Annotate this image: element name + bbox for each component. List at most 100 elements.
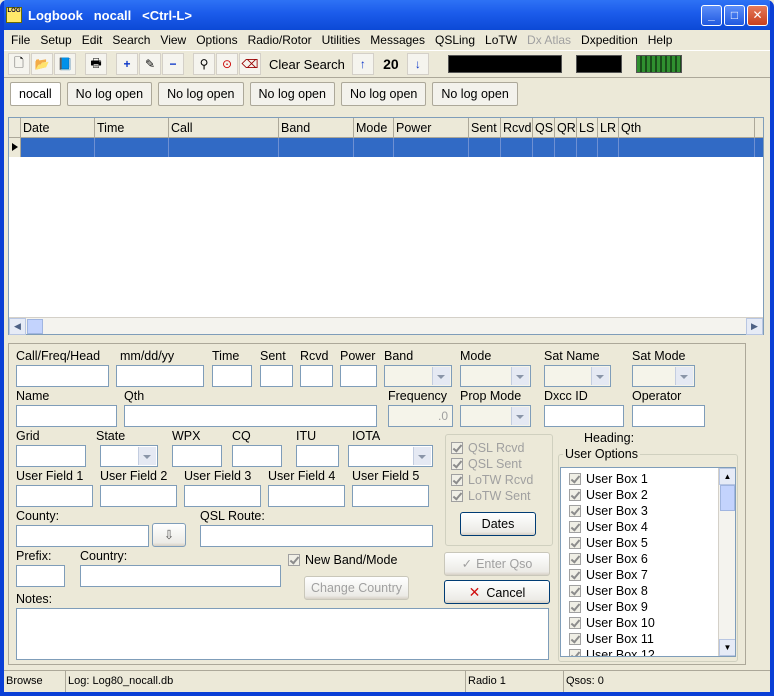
maximize-button[interactable]: □: [724, 5, 745, 26]
qth-input[interactable]: [124, 405, 377, 427]
delete-record-icon[interactable]: −: [162, 53, 184, 75]
notes-textarea[interactable]: [16, 608, 549, 660]
grid-cell-rcvd[interactable]: [501, 138, 533, 157]
grid-cell-date[interactable]: [21, 138, 95, 157]
book-icon[interactable]: 📘: [54, 53, 76, 75]
dates-button[interactable]: Dates: [460, 512, 536, 536]
open-folder-icon[interactable]: 📂: [31, 53, 53, 75]
power-input[interactable]: [340, 365, 377, 387]
grid-cell-band[interactable]: [279, 138, 354, 157]
name-input[interactable]: [16, 405, 117, 427]
vertical-scrollbar[interactable]: ▲ ▼: [718, 468, 735, 656]
title-bar[interactable]: LOG Logbook nocall <Ctrl-L> _ □ ✕: [4, 0, 770, 30]
date-input[interactable]: [116, 365, 204, 387]
column-header-power[interactable]: Power: [394, 118, 469, 137]
grid-input[interactable]: [16, 445, 86, 467]
prefix-input[interactable]: [16, 565, 65, 587]
grid-cell-lr[interactable]: [598, 138, 619, 157]
grid-cell-power[interactable]: [394, 138, 469, 157]
eraser-icon[interactable]: ⌫: [239, 53, 261, 75]
menu-options[interactable]: Options: [191, 33, 242, 47]
user-box-4-checkbox[interactable]: User Box 4: [569, 520, 648, 534]
user-field-2-input[interactable]: [100, 485, 177, 507]
wpx-input[interactable]: [172, 445, 222, 467]
scroll-left-icon[interactable]: ◀: [9, 317, 26, 335]
menu-view[interactable]: View: [155, 33, 191, 47]
column-header-ls[interactable]: LS: [577, 118, 598, 137]
edit-record-icon[interactable]: ✎: [139, 53, 161, 75]
user-field-3-input[interactable]: [184, 485, 261, 507]
cancel-button[interactable]: ✕ Cancel: [444, 580, 550, 604]
rcvd-input[interactable]: [300, 365, 333, 387]
grid-cell-qs[interactable]: [533, 138, 555, 157]
user-box-6-checkbox[interactable]: User Box 6: [569, 552, 648, 566]
menu-setup[interactable]: Setup: [35, 33, 76, 47]
log-tab-5[interactable]: No log open: [340, 82, 427, 106]
qsl-sent-checkbox[interactable]: QSL Sent: [451, 457, 522, 471]
dxcc-id-input[interactable]: [544, 405, 624, 427]
arrow-up-icon[interactable]: ↑: [351, 53, 374, 75]
arrow-down-icon[interactable]: ↓: [406, 53, 429, 75]
log-tab-6[interactable]: No log open: [432, 82, 518, 106]
menu-dxpedition[interactable]: Dxpedition: [576, 33, 643, 47]
menu-help[interactable]: Help: [643, 33, 678, 47]
column-header-time[interactable]: Time: [95, 118, 169, 137]
frequency-input[interactable]: .0: [388, 405, 453, 427]
column-header-rcvd[interactable]: Rcvd: [501, 118, 533, 137]
lotw-sent-checkbox[interactable]: LoTW Sent: [451, 489, 531, 503]
lotw-rcvd-checkbox[interactable]: LoTW Rcvd: [451, 473, 533, 487]
menu-radio-rotor[interactable]: Radio/Rotor: [243, 33, 317, 47]
column-header-date[interactable]: Date: [21, 118, 95, 137]
user-box-9-checkbox[interactable]: User Box 9: [569, 600, 648, 614]
user-box-7-checkbox[interactable]: User Box 7: [569, 568, 648, 582]
log-tab-2[interactable]: No log open: [66, 82, 153, 106]
user-box-1-checkbox[interactable]: User Box 1: [569, 472, 648, 486]
user-box-3-checkbox[interactable]: User Box 3: [569, 504, 648, 518]
column-header-qr[interactable]: QR: [555, 118, 577, 137]
menu-file[interactable]: File: [6, 33, 35, 47]
add-record-icon[interactable]: +: [116, 53, 138, 75]
qsl-rcvd-checkbox[interactable]: QSL Rcvd: [451, 441, 525, 455]
column-header-call[interactable]: Call: [169, 118, 279, 137]
log-tab-4[interactable]: No log open: [249, 82, 335, 106]
user-box-list[interactable]: User Box 1 User Box 2 User Box 3 User Box 4…: [560, 467, 736, 657]
menu-edit[interactable]: Edit: [77, 33, 108, 47]
grid-cell-ls[interactable]: [577, 138, 598, 157]
column-header-qth[interactable]: Qth: [619, 118, 755, 137]
clock-icon[interactable]: ⊙: [216, 53, 238, 75]
mode-select[interactable]: [460, 365, 531, 387]
menu-utilities[interactable]: Utilities: [317, 33, 366, 47]
column-header-mode[interactable]: Mode: [354, 118, 394, 137]
close-button[interactable]: ✕: [747, 5, 768, 26]
user-field-1-input[interactable]: [16, 485, 93, 507]
user-field-5-input[interactable]: [352, 485, 429, 507]
grid-cell-call[interactable]: [169, 138, 279, 157]
log-tab-3[interactable]: No log open: [158, 82, 244, 106]
minimize-button[interactable]: _: [701, 5, 722, 26]
binoculars-search-icon[interactable]: ⚲: [193, 53, 215, 75]
column-header-qs[interactable]: QS: [533, 118, 555, 137]
menu-qsling[interactable]: QSLing: [430, 33, 480, 47]
enter-qso-button[interactable]: ✓ Enter Qso: [444, 552, 550, 576]
column-header-sent[interactable]: Sent: [469, 118, 501, 137]
sent-input[interactable]: [260, 365, 293, 387]
iota-select[interactable]: [348, 445, 433, 467]
user-box-12-checkbox[interactable]: User Box 12: [569, 648, 655, 656]
menu-lotw[interactable]: LoTW: [480, 33, 522, 47]
country-input[interactable]: [80, 565, 281, 587]
log-grid[interactable]: Date Time Call Band Mode Power Sent Rcvd QS QR LS L…: [8, 117, 764, 335]
sat-name-select[interactable]: [544, 365, 611, 387]
call-input[interactable]: [16, 365, 109, 387]
menu-search[interactable]: Search: [107, 33, 155, 47]
scroll-down-icon[interactable]: ▼: [719, 639, 735, 656]
user-box-8-checkbox[interactable]: User Box 8: [569, 584, 648, 598]
grid-cell-time[interactable]: [95, 138, 169, 157]
qsl-route-input[interactable]: [200, 525, 433, 547]
user-box-11-checkbox[interactable]: User Box 11: [569, 632, 654, 646]
column-header-band[interactable]: Band: [279, 118, 354, 137]
new-band-mode-checkbox[interactable]: New Band/Mode: [288, 553, 397, 567]
menu-messages[interactable]: Messages: [365, 33, 430, 47]
selected-row[interactable]: [9, 138, 763, 157]
clear-search-button[interactable]: Clear Search: [262, 53, 352, 75]
county-input[interactable]: [16, 525, 149, 547]
